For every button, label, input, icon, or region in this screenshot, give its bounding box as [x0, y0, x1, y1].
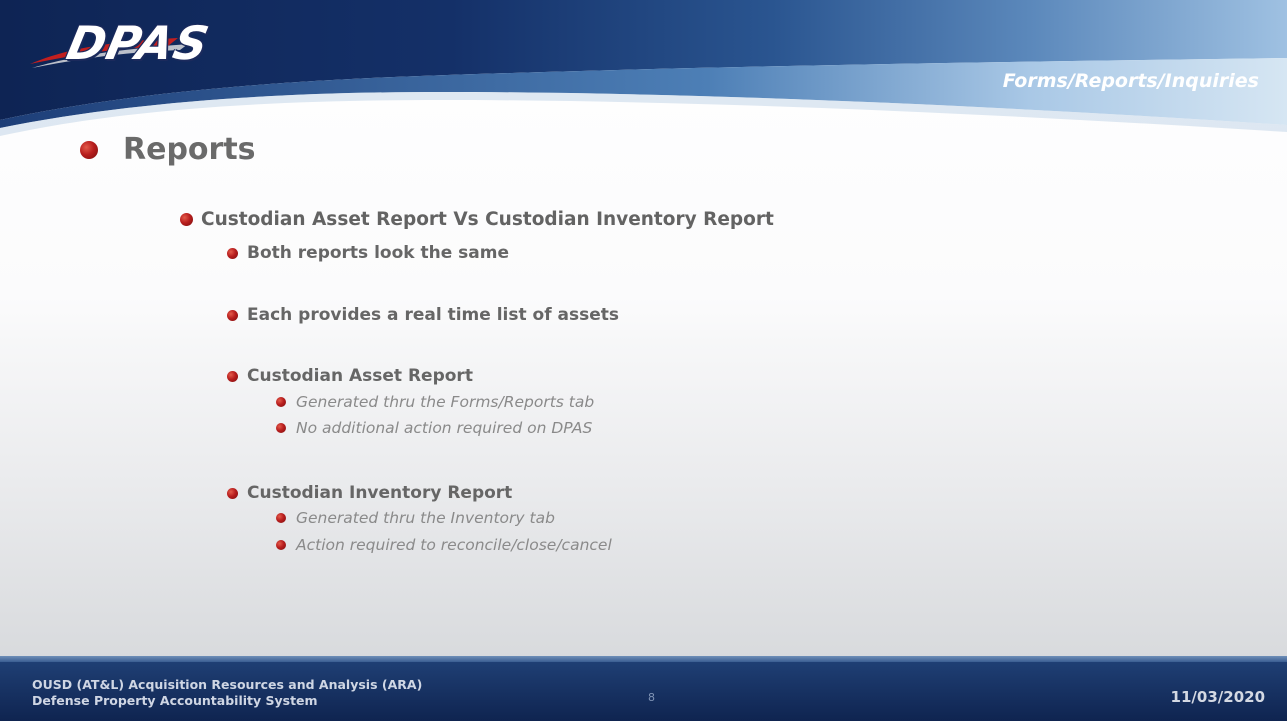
bullet-forms-reports-tab: Generated thru the Forms/Reports tab: [276, 393, 594, 411]
bullet-comparison: Custodian Asset Report Vs Custodian Inve…: [180, 209, 774, 230]
bullet-icon: [227, 370, 238, 382]
dpas-logo: DPAS: [28, 12, 214, 70]
bullet-text: Both reports look the same: [247, 243, 510, 263]
bullet-icon: [276, 397, 286, 407]
bullet-icon: [227, 487, 238, 499]
page-number: 8: [648, 691, 655, 704]
bullet-text: Generated thru the Forms/Reports tab: [296, 393, 595, 411]
bullet-text: Custodian Asset Report Vs Custodian Inve…: [201, 209, 774, 230]
bullet-text: Custodian Inventory Report: [247, 483, 513, 503]
footer-organization: OUSD (AT&L) Acquisition Resources and An…: [32, 677, 422, 709]
bullet-real-time-list: Each provides a real time list of assets: [227, 305, 619, 325]
bullet-custodian-asset-report: Custodian Asset Report: [227, 366, 473, 386]
bullet-inventory-tab: Generated thru the Inventory tab: [276, 509, 555, 527]
bullet-no-action: No additional action required on DPAS: [276, 419, 592, 437]
bullet-text: Custodian Asset Report: [247, 366, 473, 386]
bullet-icon: [276, 423, 286, 433]
bullet-text: Each provides a real time list of assets: [247, 305, 619, 325]
bullet-icon: [180, 213, 193, 226]
bullet-icon: [227, 309, 238, 321]
slide: DPAS Forms/Reports/Inquiries Reports Cus…: [0, 0, 1287, 721]
footer-org-line1: OUSD (AT&L) Acquisition Resources and An…: [32, 677, 423, 692]
footer-date: 11/03/2020: [1170, 688, 1265, 706]
bullet-text: Action required to reconcile/close/cance…: [296, 536, 612, 554]
slide-title-row: Reports: [80, 132, 256, 167]
bullet-action-required: Action required to reconcile/close/cance…: [276, 536, 612, 554]
bullet-same-look: Both reports look the same: [227, 243, 509, 263]
logo-text: DPAS: [62, 16, 215, 70]
header-banner: DPAS Forms/Reports/Inquiries: [0, 0, 1287, 140]
bullet-custodian-inventory-report: Custodian Inventory Report: [227, 483, 512, 503]
bullet-text: No additional action required on DPAS: [296, 419, 593, 437]
bullet-icon: [276, 540, 286, 550]
bullet-icon: [276, 513, 286, 523]
bullet-icon: [227, 247, 238, 259]
bullet-text: Generated thru the Inventory tab: [296, 509, 555, 527]
slide-title: Reports: [123, 132, 256, 167]
section-title: Forms/Reports/Inquiries: [1002, 70, 1259, 92]
bullet-icon: [80, 140, 98, 159]
footer-org-line2: Defense Property Accountability System: [32, 693, 318, 708]
